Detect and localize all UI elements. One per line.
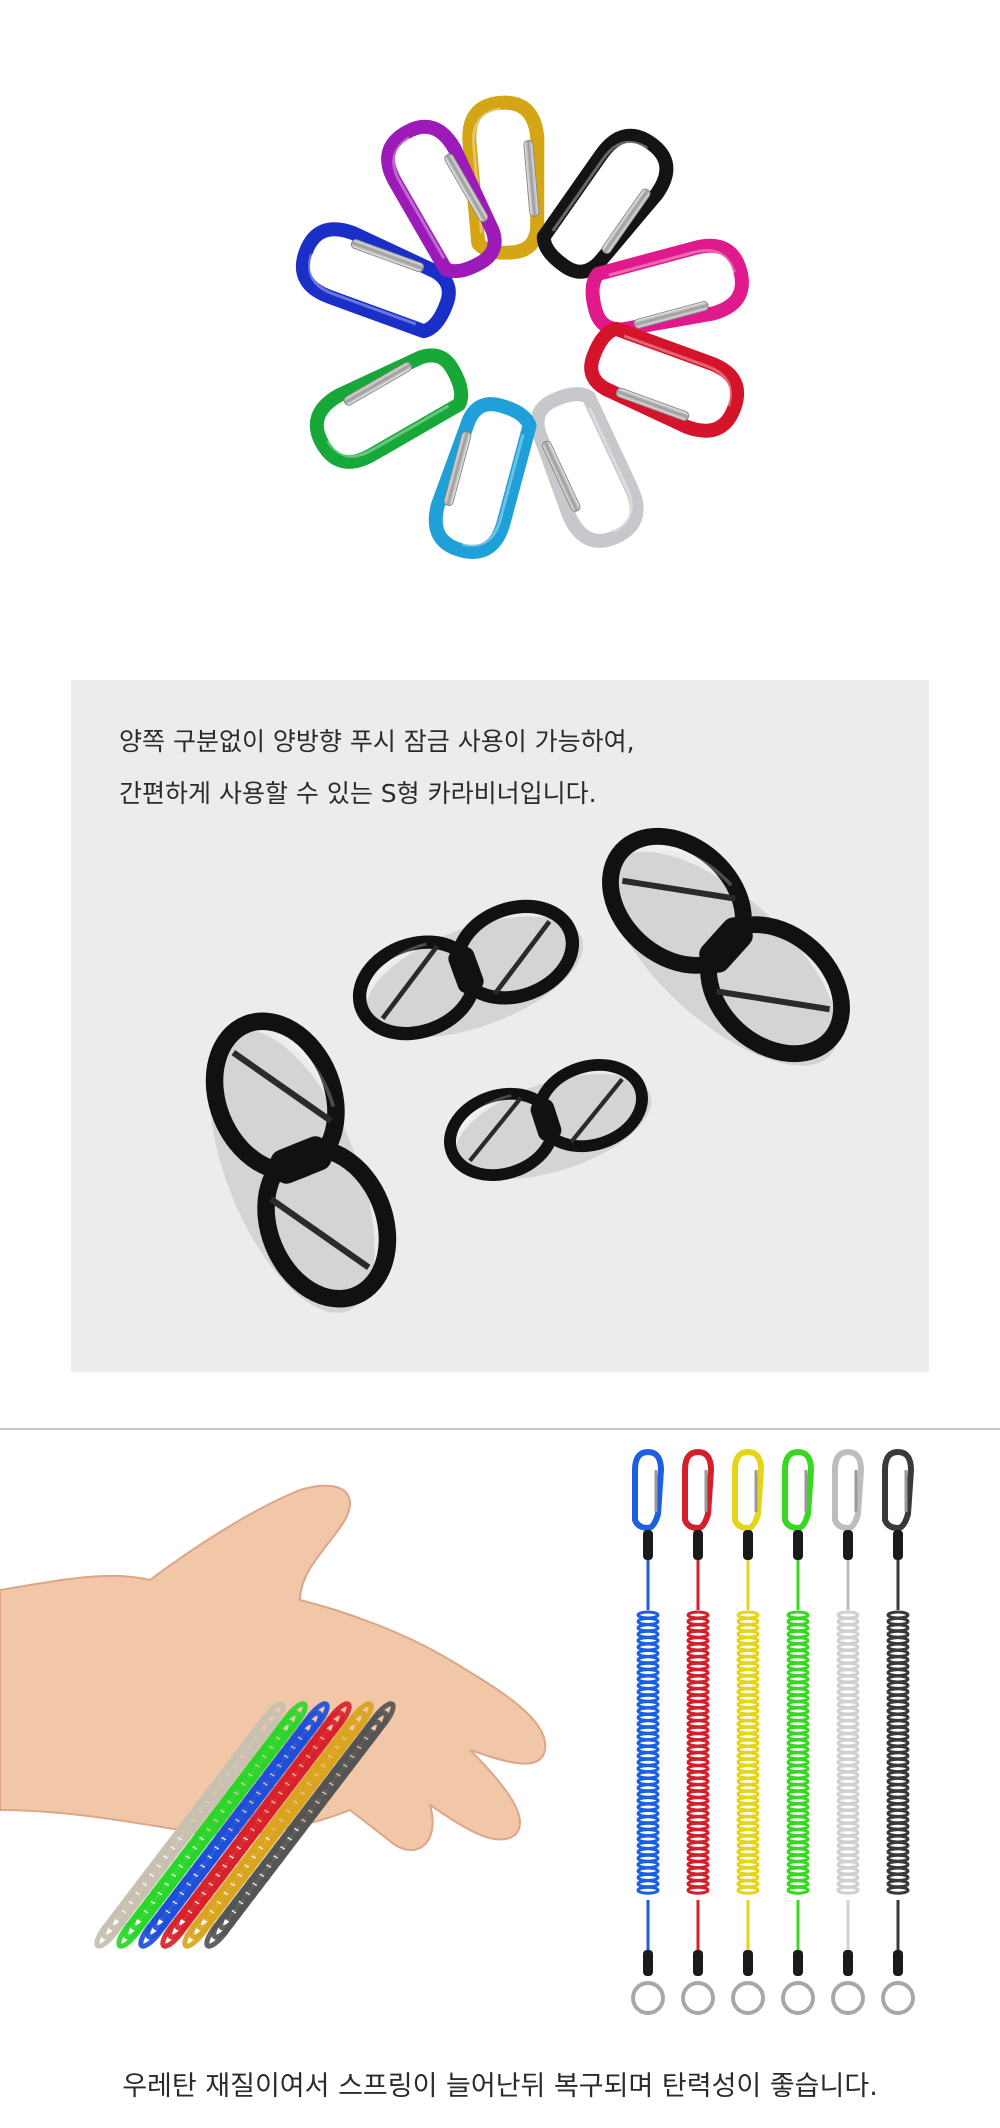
- carabiner-1: [462, 95, 545, 260]
- carabiner-5: [530, 387, 644, 548]
- lanyard-2: [681, 1448, 715, 2015]
- caption-line-1: 양쪽 구분없이 양방향 푸시 잠금 사용이 가능하여,: [119, 727, 635, 756]
- coil-caption: 우레탄 재질이여서 스프링이 늘어난뒤 복구되며 탄력성이 좋습니다.: [122, 2071, 878, 2102]
- caption-line-2: 간편하게 사용할 수 있는 S형 카라비너입니다.: [119, 779, 597, 808]
- lanyard-3: [731, 1448, 765, 2015]
- carabiner-7: [309, 348, 469, 469]
- s-carabiner-panel: 양쪽 구분없이 양방향 푸시 잠금 사용이 가능하여, 간편하게 사용할 수 있…: [71, 680, 929, 1372]
- carabiner-ring-photo: [0, 0, 1000, 640]
- lanyard-1: [631, 1448, 665, 2015]
- coil-lanyard-illustration: [0, 1448, 915, 2015]
- s-carabiner-caption: 양쪽 구분없이 양방향 푸시 잠금 사용이 가능하여, 간편하게 사용할 수 있…: [119, 716, 635, 820]
- s-carabiner-1: [205, 1012, 397, 1313]
- s-carabiner-3: [602, 827, 850, 1066]
- lanyard-5: [831, 1448, 865, 2015]
- coil-lanyard-section: 우레탄 재질이여서 스프링이 늘어난뒤 복구되며 탄력성이 좋습니다.: [0, 1430, 1000, 2128]
- carabiner-ring-illustration: [295, 95, 749, 559]
- lanyard-4: [781, 1448, 815, 2015]
- s-carabiner-4: [444, 1059, 652, 1181]
- s-carabiner-2: [352, 899, 584, 1041]
- hand-with-coils: [0, 1484, 547, 1949]
- lanyard-6: [881, 1448, 915, 2015]
